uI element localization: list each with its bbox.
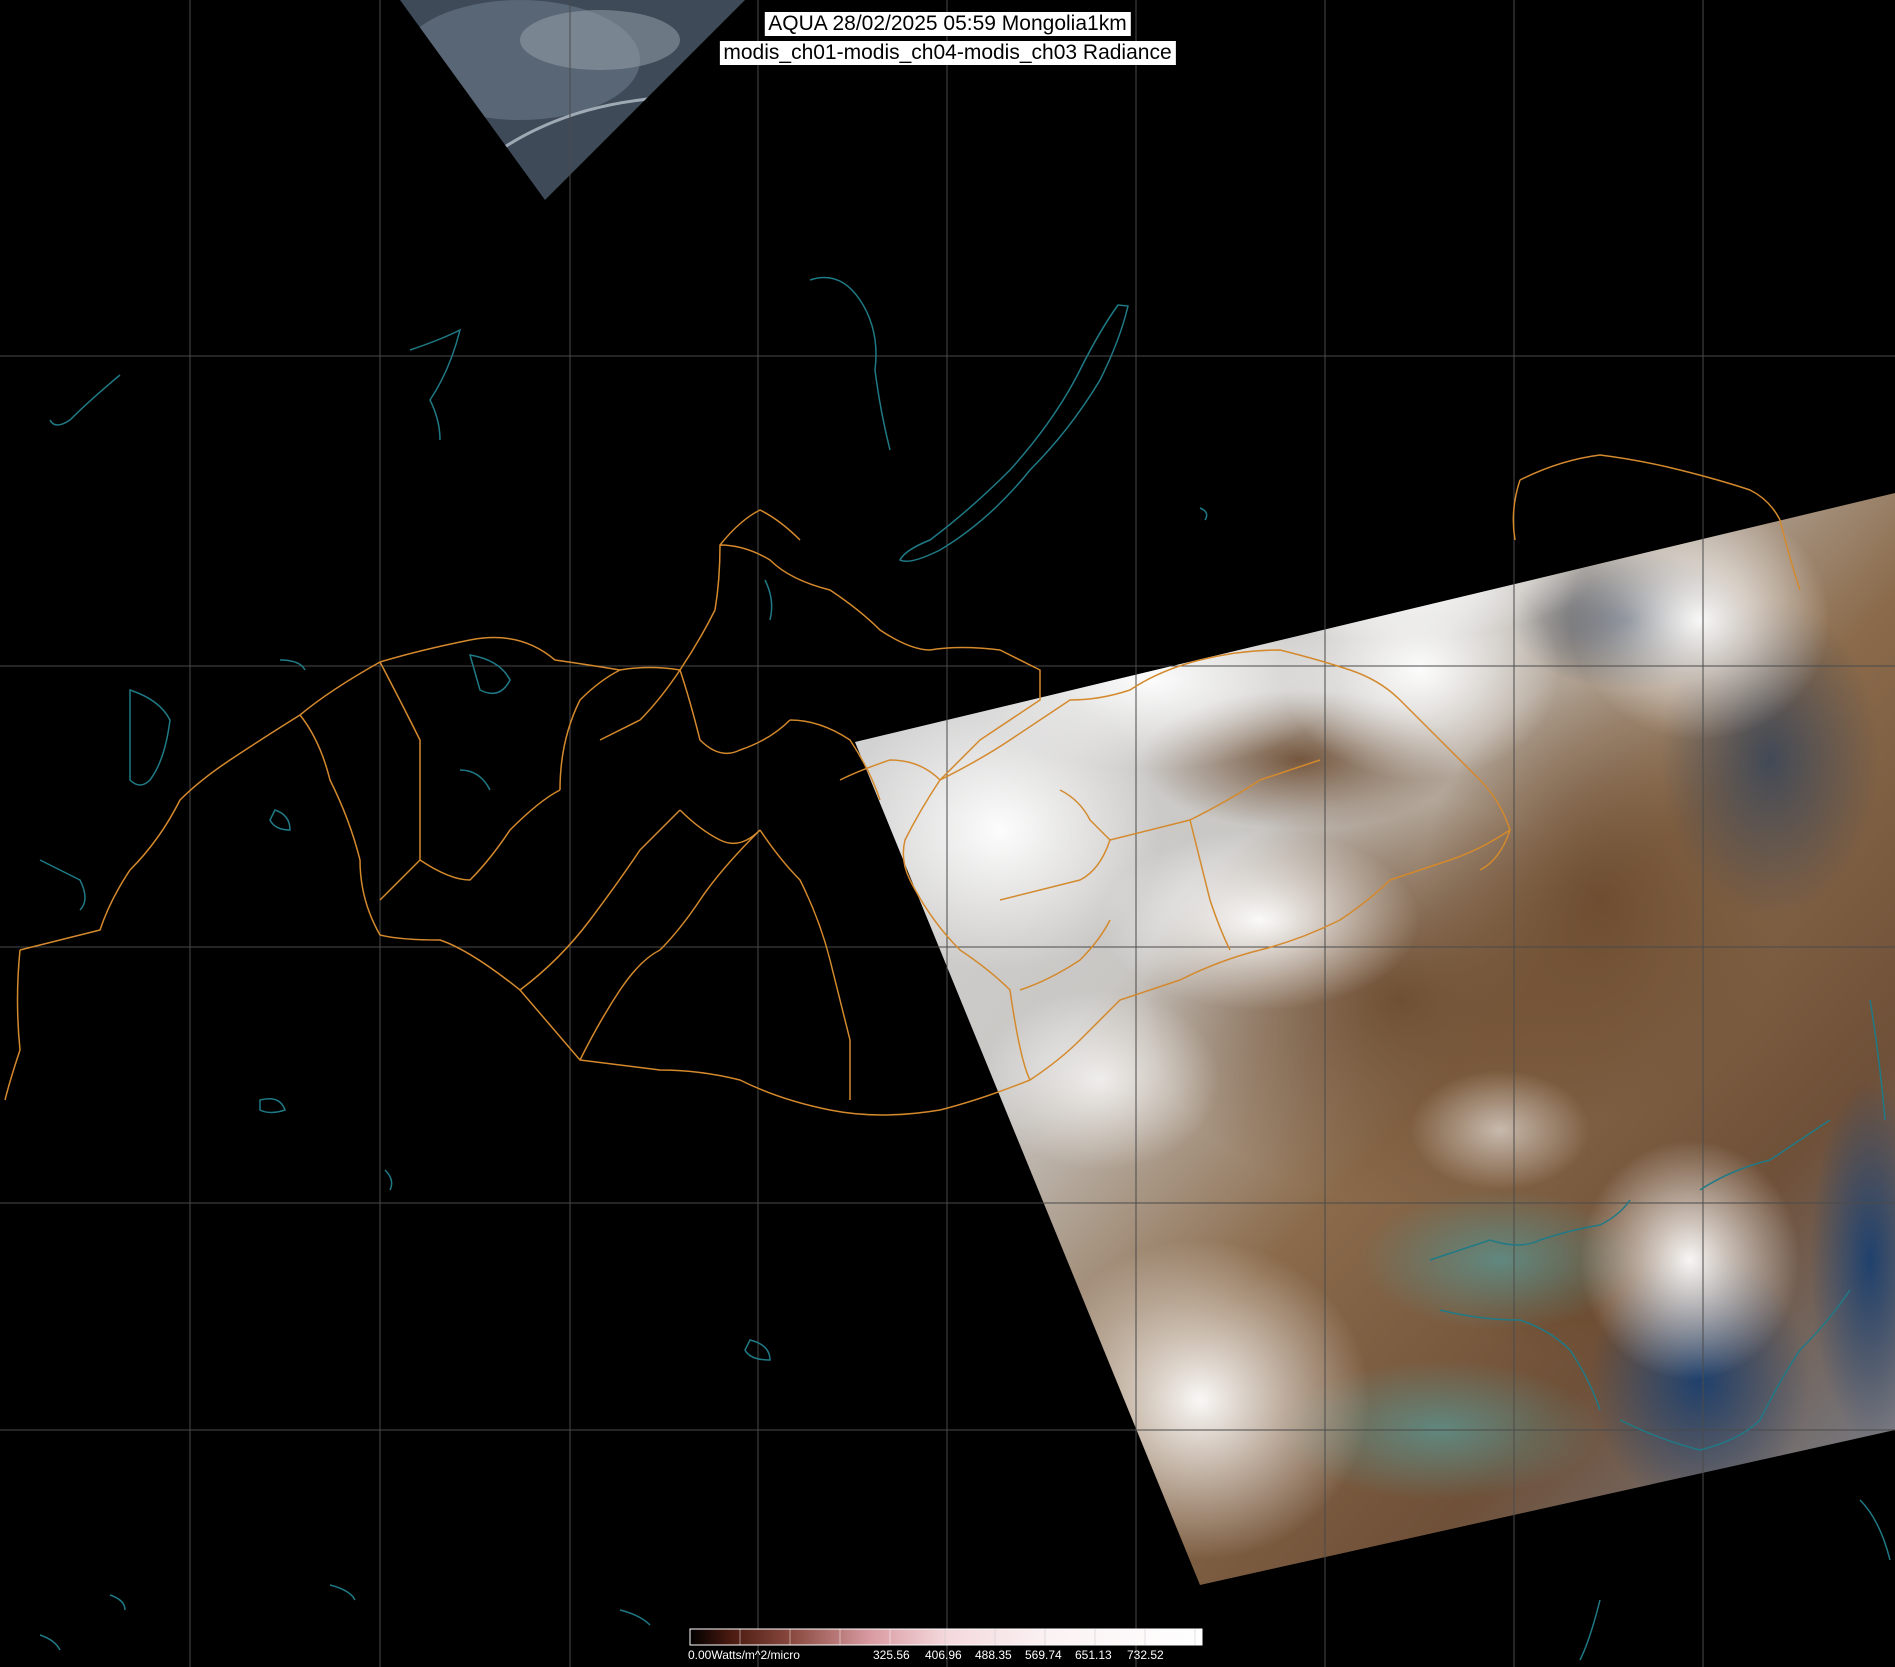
colorbar-tick-label: 569.74 — [1025, 1648, 1062, 1662]
colorbar-tick-label: 732.52 — [1127, 1648, 1164, 1662]
map-title-line-2: modis_ch01-modis_ch04-modis_ch03 Radianc… — [719, 41, 1176, 65]
colorbar-tick-label: 325.56 — [873, 1648, 910, 1662]
colorbar: 0.00Watts/m^2/micro 325.56 406.96 488.35… — [688, 1628, 1203, 1662]
satellite-map: 0.00Watts/m^2/micro 325.56 406.96 488.35… — [0, 0, 1895, 1667]
colorbar-tick-label: 488.35 — [975, 1648, 1012, 1662]
map-title-line-1: AQUA 28/02/2025 05:59 Mongolia1km — [764, 12, 1131, 36]
colorbar-tick-label: 651.13 — [1075, 1648, 1112, 1662]
satellite-swath — [855, 493, 1895, 1585]
colorbar-tick-label: 406.96 — [925, 1648, 962, 1662]
colorbar-min-label: 0.00Watts/m^2/micro — [688, 1648, 800, 1662]
